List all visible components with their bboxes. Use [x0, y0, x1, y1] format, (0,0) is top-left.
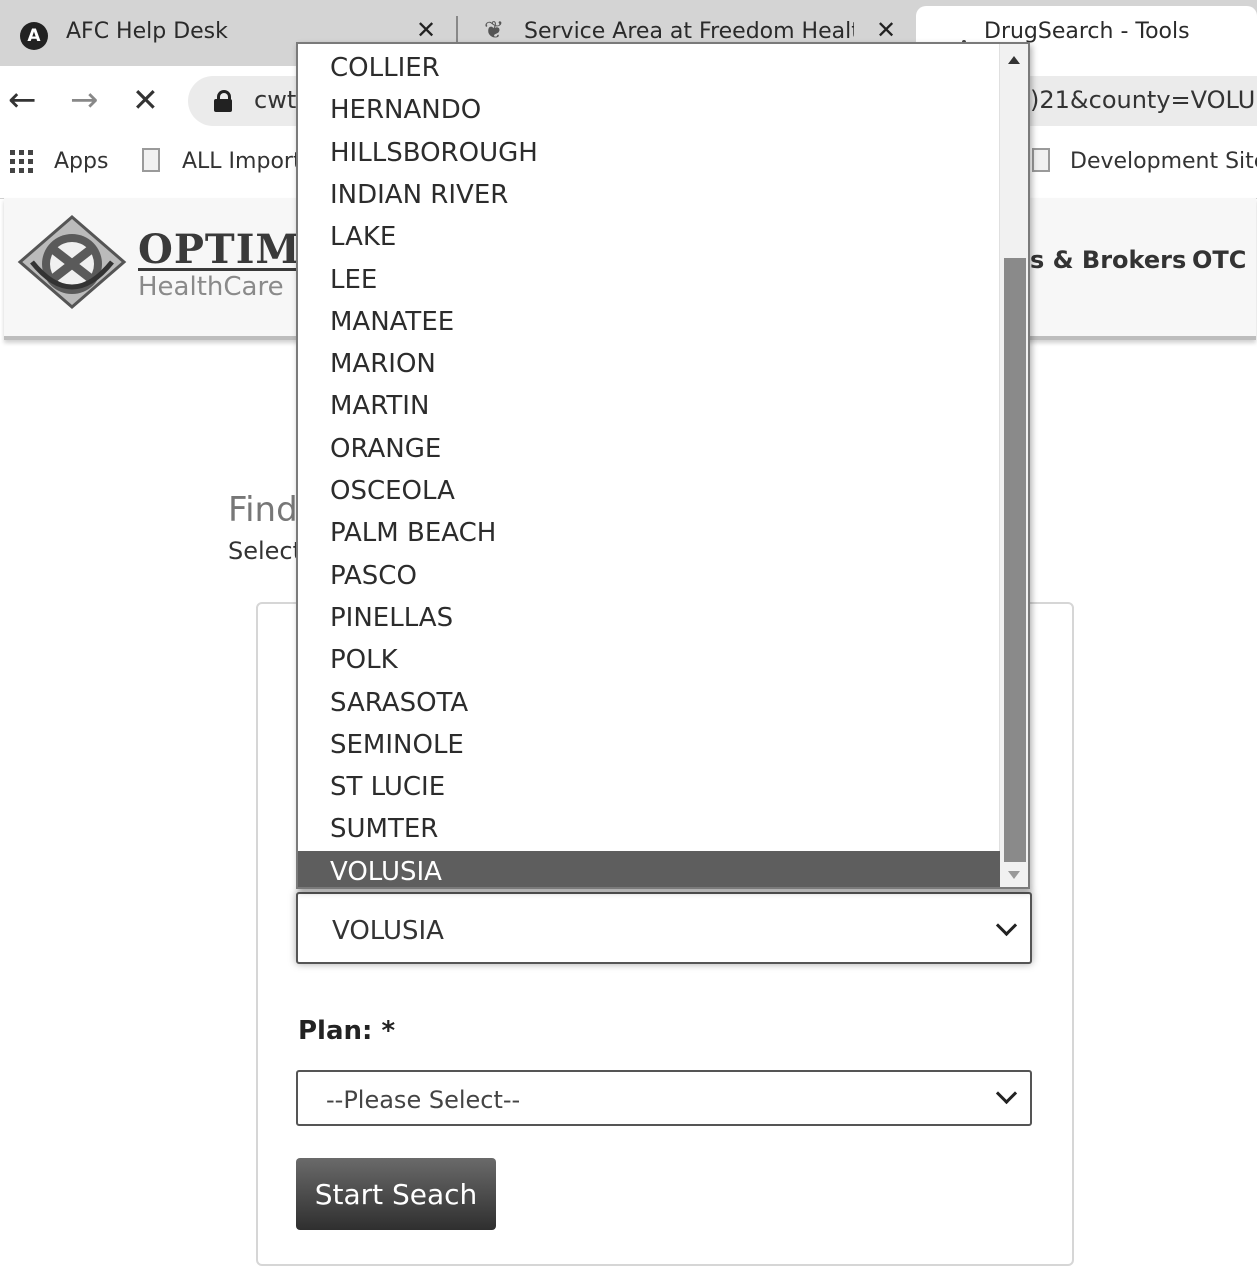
chevron-down-icon — [995, 914, 1018, 937]
logo-subtitle: HealthCare — [138, 272, 284, 302]
county-option[interactable]: SEMINOLE — [298, 724, 1000, 766]
dropdown-scrollbar[interactable] — [999, 44, 1028, 887]
optimum-logo-icon[interactable] — [12, 212, 132, 312]
forward-arrow-icon[interactable]: → — [70, 80, 99, 120]
county-select[interactable]: VOLUSIA — [296, 892, 1032, 964]
county-option[interactable]: PINELLAS — [298, 597, 1000, 639]
county-option[interactable]: PASCO — [298, 555, 1000, 597]
county-option[interactable]: ORANGE — [298, 428, 1000, 470]
plan-select-value: --Please Select-- — [326, 1086, 521, 1114]
logo-underline — [138, 268, 318, 271]
stop-loading-icon[interactable]: ✕ — [132, 80, 159, 120]
bookmark-development-site[interactable]: Development Site — [1070, 149, 1257, 174]
page-subtitle: Select — [228, 537, 303, 565]
page-title: Find — [228, 490, 298, 530]
scroll-up-arrow-icon[interactable] — [1008, 56, 1020, 64]
tab-close-icon[interactable]: ✕ — [416, 16, 436, 44]
county-option[interactable]: PALM BEACH — [298, 512, 1000, 554]
county-option[interactable]: POLK — [298, 639, 1000, 681]
tab-close-icon[interactable]: ✕ — [876, 16, 896, 44]
lock-icon — [214, 90, 232, 112]
start-search-button[interactable]: Start Seach — [296, 1158, 496, 1230]
county-option[interactable]: MARION — [298, 343, 1000, 385]
nav-link-brokers[interactable]: s & Brokers — [1030, 246, 1186, 274]
plan-select[interactable]: --Please Select-- — [296, 1070, 1032, 1126]
county-option[interactable]: ST LUCIE — [298, 766, 1000, 808]
tab-title: Service Area at Freedom Health I — [524, 19, 854, 44]
county-option[interactable]: LAKE — [298, 216, 1000, 258]
county-option[interactable]: COLLIER — [298, 47, 1000, 89]
county-option[interactable]: MANATEE — [298, 301, 1000, 343]
tab-title: AFC Help Desk — [66, 19, 228, 44]
county-option[interactable]: VOLUSIA — [298, 850, 1000, 887]
tab-title: DrugSearch - Tools — [984, 19, 1190, 44]
apps-grid-icon[interactable] — [10, 150, 34, 174]
url-text-tail: )21&county=VOLU — [1030, 86, 1256, 114]
bookmark-all-import[interactable]: ALL Import — [182, 149, 302, 174]
scroll-down-arrow-icon[interactable] — [1008, 871, 1020, 879]
bookmark-apps[interactable]: Apps — [54, 149, 108, 174]
nav-link-otc[interactable]: OTC — [1192, 246, 1246, 274]
county-option[interactable]: LEE — [298, 259, 1000, 301]
url-text: cwt — [254, 86, 297, 114]
county-option[interactable]: INDIAN RIVER — [298, 174, 1000, 216]
county-dropdown-list[interactable]: COLLIER HERNANDO HILLSBOROUGH INDIAN RIVER L… — [296, 42, 1030, 889]
plan-label: Plan: * — [298, 1016, 396, 1046]
county-option[interactable]: HERNANDO — [298, 89, 1000, 131]
chevron-down-icon — [995, 1082, 1018, 1105]
county-option[interactable]: SARASOTA — [298, 682, 1000, 724]
scrollbar-thumb[interactable] — [1004, 258, 1026, 862]
page-icon — [1032, 148, 1050, 172]
avast-logo-icon: A — [20, 22, 48, 50]
feather-icon: ❦ — [484, 16, 505, 44]
county-option[interactable]: OSCEOLA — [298, 470, 1000, 512]
county-option[interactable]: MARTIN — [298, 385, 1000, 427]
page-icon — [142, 148, 160, 172]
back-arrow-icon[interactable]: ← — [8, 80, 37, 120]
county-select-value: VOLUSIA — [332, 916, 444, 946]
county-option[interactable]: SUMTER — [298, 808, 1000, 850]
county-option[interactable]: HILLSBOROUGH — [298, 132, 1000, 174]
